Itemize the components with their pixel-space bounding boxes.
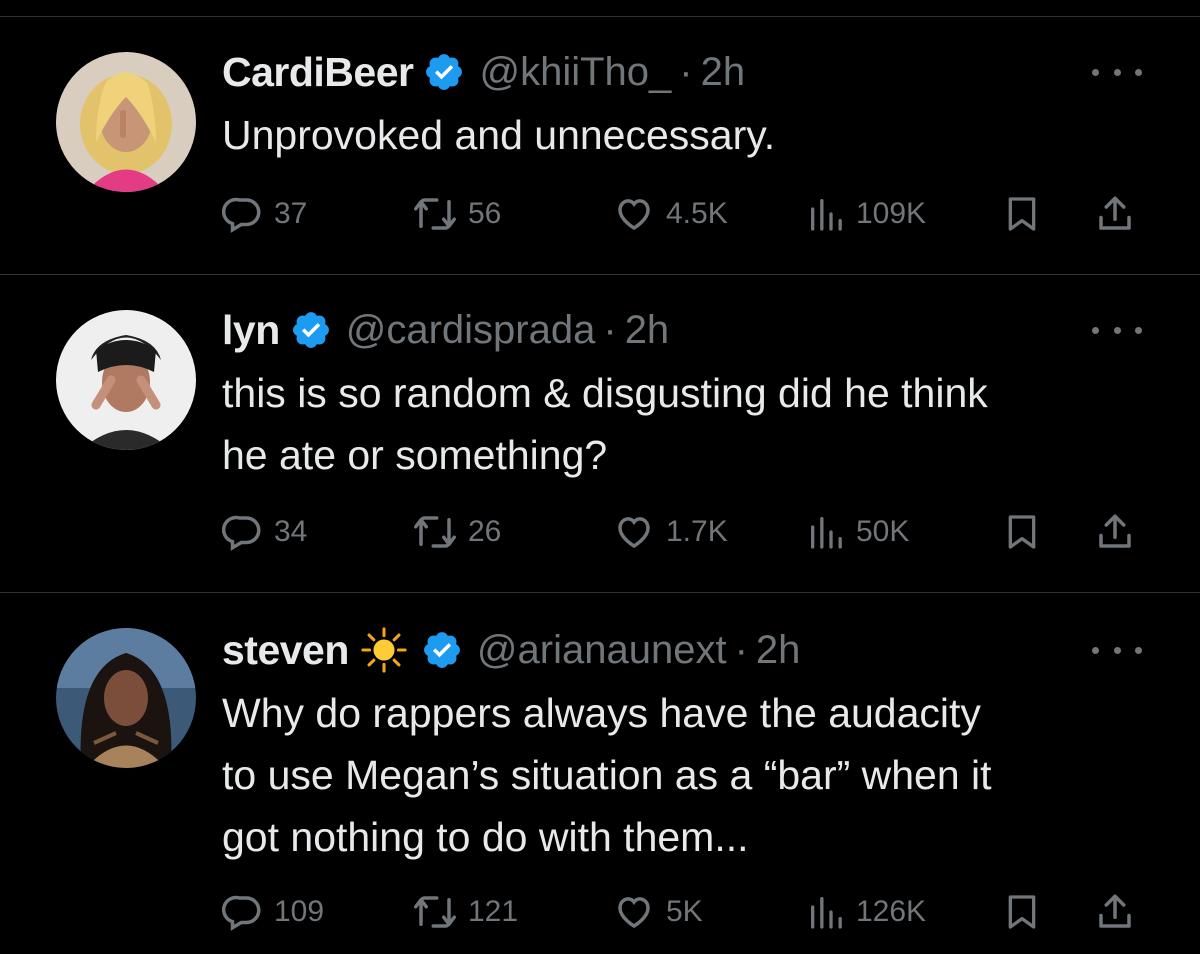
reply-count: 37 bbox=[274, 197, 308, 230]
bookmark-icon bbox=[1008, 197, 1036, 231]
views-button[interactable]: 109K bbox=[806, 190, 926, 238]
like-count: 5K bbox=[666, 895, 703, 928]
views-icon bbox=[811, 897, 842, 929]
like-button[interactable]: 5K bbox=[612, 888, 703, 936]
bookmark-button[interactable] bbox=[1002, 508, 1042, 556]
tweet-text: this is so random & disgusting did he th… bbox=[222, 370, 988, 478]
display-name[interactable]: CardiBeer bbox=[222, 49, 414, 96]
heart-icon bbox=[618, 517, 650, 549]
bookmark-button[interactable] bbox=[1002, 888, 1042, 936]
avatar-image bbox=[56, 52, 196, 192]
action-bar: 37 56 4.5K 109K bbox=[222, 190, 1142, 238]
tweet-text: Why do rappers always have the audacity … bbox=[222, 690, 992, 860]
views-icon bbox=[811, 199, 842, 231]
repost-count: 56 bbox=[468, 197, 502, 230]
repost-icon bbox=[414, 198, 456, 230]
handle[interactable]: @arianaunext bbox=[477, 628, 727, 673]
share-button[interactable] bbox=[1094, 508, 1136, 556]
timestamp[interactable]: 2h bbox=[756, 628, 801, 673]
verified-badge-icon bbox=[290, 309, 332, 351]
more-icon[interactable] bbox=[1092, 62, 1142, 82]
view-count: 109K bbox=[856, 197, 927, 230]
reply-button[interactable]: 37 bbox=[222, 190, 307, 238]
heart-icon bbox=[618, 897, 650, 929]
share-button[interactable] bbox=[1094, 190, 1136, 238]
reply-feed: CardiBeer @khiiTho_ · 2h Unprovoked and … bbox=[0, 0, 1200, 954]
tweet-header: steven @arianaunext · 2h bbox=[222, 625, 800, 675]
views-button[interactable]: 126K bbox=[806, 888, 926, 936]
tweet[interactable]: steven @arianaunext · 2h Why do rappers … bbox=[0, 592, 1200, 954]
more-icon[interactable] bbox=[1092, 640, 1142, 660]
separator: · bbox=[679, 49, 693, 94]
sun-emoji-icon bbox=[361, 627, 407, 673]
like-count: 1.7K bbox=[666, 515, 728, 548]
repost-button[interactable]: 56 bbox=[412, 190, 501, 238]
bookmark-icon bbox=[1008, 515, 1036, 549]
views-button[interactable]: 50K bbox=[806, 508, 909, 556]
repost-button[interactable]: 121 bbox=[412, 888, 518, 936]
avatar-image bbox=[56, 628, 196, 768]
view-count: 50K bbox=[856, 515, 910, 548]
separator: · bbox=[603, 307, 617, 352]
tweet-text: Unprovoked and unnecessary. bbox=[222, 112, 776, 158]
heart-icon bbox=[618, 199, 650, 231]
reply-button[interactable]: 34 bbox=[222, 508, 307, 556]
reply-icon bbox=[222, 197, 261, 233]
share-button[interactable] bbox=[1094, 888, 1136, 936]
repost-count: 121 bbox=[468, 895, 519, 928]
repost-count: 26 bbox=[468, 515, 502, 548]
share-icon bbox=[1099, 894, 1131, 928]
avatar[interactable] bbox=[56, 52, 196, 192]
reply-count: 109 bbox=[274, 895, 325, 928]
tweet-header: lyn @cardisprada · 2h bbox=[222, 305, 669, 355]
handle[interactable]: @khiiTho_ bbox=[479, 50, 671, 95]
like-button[interactable]: 4.5K bbox=[612, 190, 728, 238]
display-name[interactable]: steven bbox=[222, 627, 349, 674]
reply-icon bbox=[222, 515, 261, 551]
repost-icon bbox=[414, 896, 456, 928]
avatar-image bbox=[56, 310, 196, 450]
verified-badge-icon bbox=[421, 629, 463, 671]
avatar[interactable] bbox=[56, 628, 196, 768]
repost-icon bbox=[414, 516, 456, 548]
like-button[interactable]: 1.7K bbox=[612, 508, 728, 556]
display-name[interactable]: lyn bbox=[222, 307, 280, 354]
action-bar: 34 26 1.7K 50K bbox=[222, 508, 1142, 556]
repost-button[interactable]: 26 bbox=[412, 508, 501, 556]
avatar[interactable] bbox=[56, 310, 196, 450]
tweet-header: CardiBeer @khiiTho_ · 2h bbox=[222, 47, 745, 97]
timestamp[interactable]: 2h bbox=[625, 308, 670, 353]
handle[interactable]: @cardisprada bbox=[346, 308, 596, 353]
verified-badge-icon bbox=[423, 51, 465, 93]
reply-count: 34 bbox=[274, 515, 308, 548]
share-icon bbox=[1099, 196, 1131, 230]
reply-icon bbox=[222, 895, 261, 931]
bookmark-button[interactable] bbox=[1002, 190, 1042, 238]
view-count: 126K bbox=[856, 895, 927, 928]
more-icon[interactable] bbox=[1092, 320, 1142, 340]
like-count: 4.5K bbox=[666, 197, 728, 230]
action-bar: 109 121 5K 126K bbox=[222, 888, 1142, 936]
separator: · bbox=[734, 627, 748, 672]
timestamp[interactable]: 2h bbox=[701, 50, 746, 95]
views-icon bbox=[811, 517, 842, 549]
share-icon bbox=[1099, 514, 1131, 548]
reply-button[interactable]: 109 bbox=[222, 888, 324, 936]
bookmark-icon bbox=[1008, 895, 1036, 929]
tweet[interactable]: CardiBeer @khiiTho_ · 2h Unprovoked and … bbox=[0, 0, 1200, 274]
tweet[interactable]: lyn @cardisprada · 2h this is so random … bbox=[0, 274, 1200, 592]
